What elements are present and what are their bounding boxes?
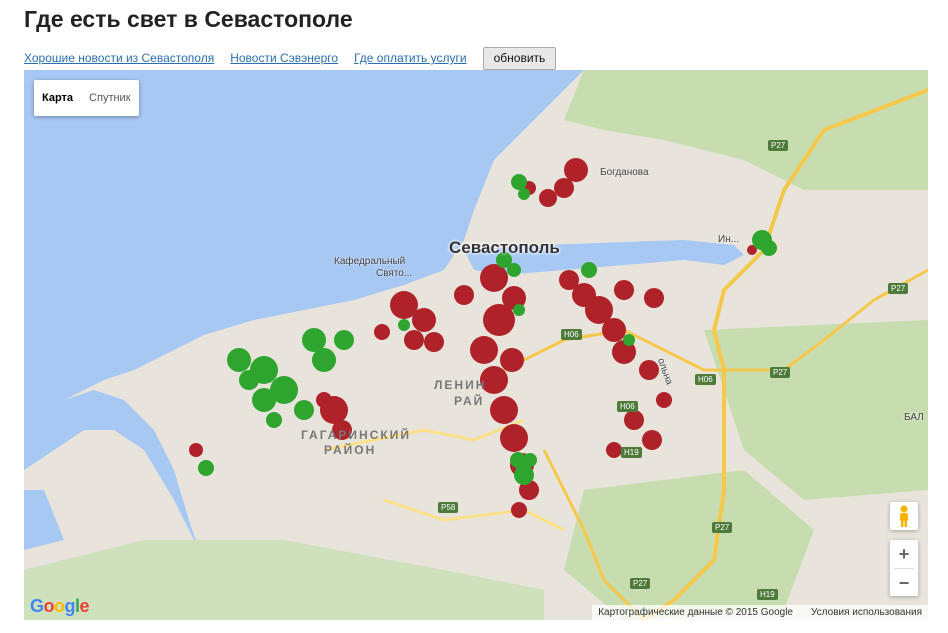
map-type-map-button[interactable]: Карта xyxy=(34,80,81,116)
map-label-cathedral-2: Свято... xyxy=(376,268,413,279)
link-good-news[interactable]: Хорошие новости из Севастополя xyxy=(24,51,214,65)
map-label-bal: БАЛ xyxy=(904,412,924,423)
map-type-satellite-button[interactable]: Спутник xyxy=(81,80,138,116)
map-label-leninsky: ЛЕНИН xyxy=(434,378,487,392)
road-shield-h06-2: H06 xyxy=(695,374,716,385)
map-label-city: Севастополь xyxy=(449,238,560,257)
refresh-button[interactable]: обновить xyxy=(482,46,557,70)
link-sevenergo-news[interactable]: Новости Сэвэнерго xyxy=(230,51,338,65)
road-shield-p58: P58 xyxy=(438,502,459,513)
map-label-inkerman: Ин... xyxy=(718,234,740,245)
pegman-icon[interactable] xyxy=(890,502,918,530)
road-shield-p27-2: P27 xyxy=(888,283,909,294)
map-canvas[interactable]: Севастополь Кафедральный Свято... Богдан… xyxy=(24,70,928,620)
road-shield-h06: H06 xyxy=(561,329,582,340)
map-label-bogdanova: Богданова xyxy=(600,167,649,178)
map-base-layer xyxy=(24,70,928,620)
map-label-gagarinsky-2: РАЙОН xyxy=(324,443,377,457)
map-label-gagarinsky: ГАГАРИНСКИЙ xyxy=(301,428,411,442)
page-title: Где есть свет в Севастополе xyxy=(24,6,353,32)
road-shield-p27-4: P27 xyxy=(712,522,733,533)
zoom-control: + − xyxy=(890,540,918,596)
link-pay-services[interactable]: Где оплатить услуги xyxy=(354,51,467,65)
map-label-cathedral: Кафедральный xyxy=(334,256,406,267)
map-label-leninsky-2: РАЙ xyxy=(454,394,485,408)
road-shield-h19: H19 xyxy=(621,447,642,458)
road-shield-p27: P27 xyxy=(768,140,789,151)
terms-link[interactable]: Условия использования xyxy=(811,607,922,618)
zoom-in-button[interactable]: + xyxy=(890,540,918,568)
links-bar: Хорошие новости из Севастополя Новости С… xyxy=(24,46,557,70)
road-shield-h06-3: H06 xyxy=(617,401,638,412)
road-shield-h19-2: H19 xyxy=(757,589,778,600)
map-type-control: Карта Спутник xyxy=(34,80,139,116)
road-shield-p27-3: P27 xyxy=(770,367,791,378)
zoom-out-button[interactable]: − xyxy=(890,569,918,597)
google-logo[interactable]: Google xyxy=(30,596,90,617)
map-data-credit: Картографические данные © 2015 Google xyxy=(598,607,793,618)
road-shield-p27-5: P27 xyxy=(630,578,651,589)
map-attribution: Картографические данные © 2015 Google Ус… xyxy=(592,605,928,620)
